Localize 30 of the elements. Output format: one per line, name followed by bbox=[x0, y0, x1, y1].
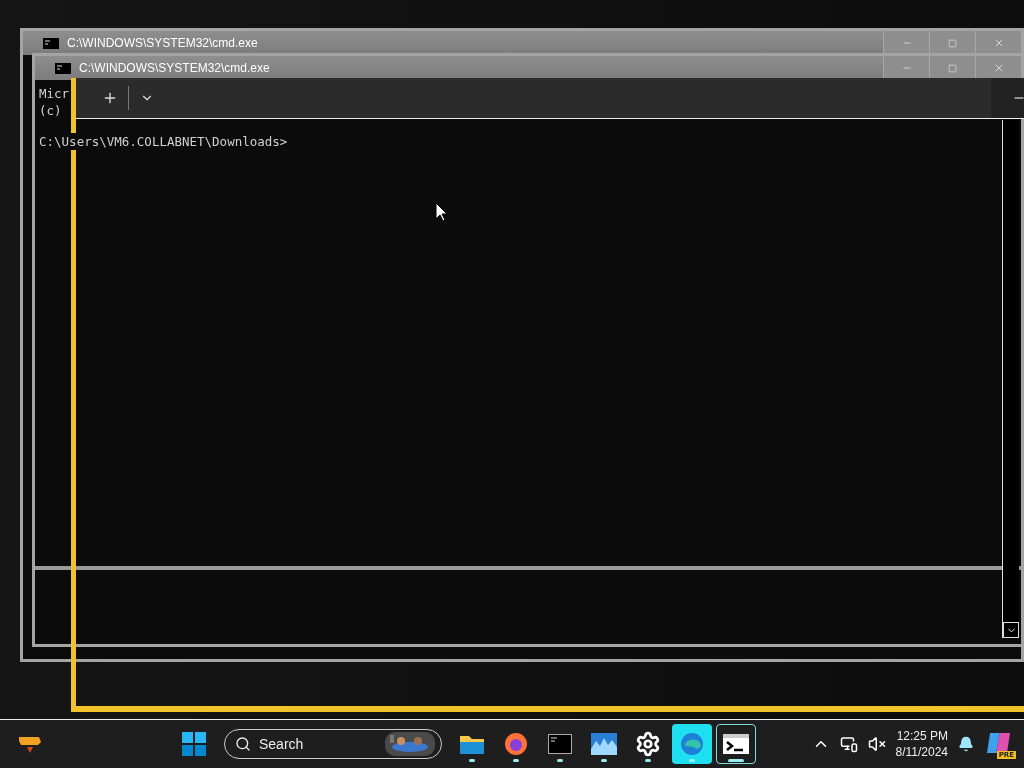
mouse-pointer-icon bbox=[435, 202, 448, 222]
maximize-button[interactable] bbox=[929, 56, 975, 80]
search-icon bbox=[235, 736, 251, 752]
folder-icon bbox=[459, 733, 485, 755]
console-icon bbox=[43, 37, 59, 49]
taskbar-app-button[interactable] bbox=[716, 724, 756, 764]
console-icon bbox=[55, 62, 71, 74]
window-title: C:\WINDOWS\SYSTEM32\cmd.exe bbox=[67, 36, 258, 50]
plus-icon bbox=[102, 90, 118, 106]
browser-icon bbox=[679, 731, 705, 757]
network-icon[interactable] bbox=[839, 735, 858, 753]
settings-icon bbox=[635, 731, 661, 757]
chart-app-icon bbox=[591, 733, 617, 755]
browser-icon bbox=[503, 731, 529, 757]
maximize-icon bbox=[948, 63, 957, 73]
terminal-icon bbox=[722, 733, 750, 755]
console-line: (c) bbox=[39, 102, 62, 119]
bell-icon[interactable] bbox=[958, 736, 974, 752]
minimize-button[interactable] bbox=[883, 56, 929, 80]
clock[interactable]: 12:25 PM 8/11/2024 bbox=[895, 728, 948, 760]
search-field[interactable]: Search bbox=[224, 729, 442, 759]
maximize-icon bbox=[948, 38, 957, 48]
windows-logo-icon bbox=[182, 732, 206, 756]
console-line: Micr bbox=[39, 85, 70, 102]
scroll-down-button[interactable] bbox=[1003, 622, 1019, 638]
window-title: C:\WINDOWS\SYSTEM32\cmd.exe bbox=[79, 61, 270, 75]
muted-speaker-icon[interactable] bbox=[867, 735, 886, 753]
close-button[interactable] bbox=[975, 56, 1021, 80]
command-prompt-icon bbox=[548, 734, 572, 754]
command-prompt: C:\Users\VM6.COLLABNET\Downloads> bbox=[39, 133, 288, 150]
